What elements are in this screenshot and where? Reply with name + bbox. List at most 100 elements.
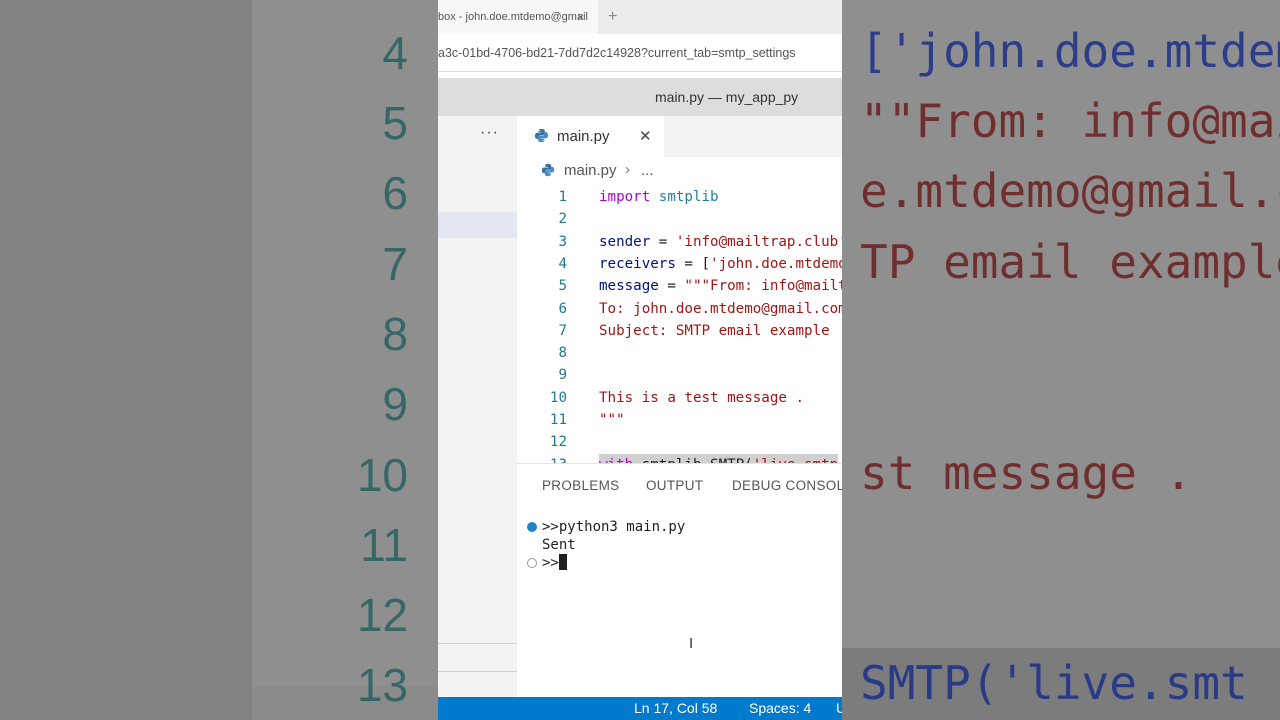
new-tab-button[interactable]: + xyxy=(608,0,617,34)
editor-area: main.py ✕ main.py › ... 1 import smtplib 2… xyxy=(517,116,842,697)
tab-main-py[interactable]: main.py ✕ xyxy=(517,116,664,157)
code-line[interactable]: 10 This is a test message . xyxy=(517,387,842,409)
line-number: 6 xyxy=(558,300,567,317)
background-left: 4 5 6 7 8 9 10 11 12 13 xyxy=(0,0,438,720)
code-line[interactable]: 8 xyxy=(517,342,842,364)
code-line[interactable]: 7 Subject: SMTP email example xyxy=(517,320,842,342)
browser-tab[interactable]: box - john.doe.mtdemo@gmail × xyxy=(438,0,598,34)
bg-code-line: TP email example xyxy=(860,235,1280,289)
bg-line-number: 12 xyxy=(356,589,408,641)
browser-tab-close-icon[interactable]: × xyxy=(577,0,584,34)
code-line[interactable]: 3 sender = 'info@mailtrap.club' xyxy=(517,231,842,253)
text-cursor-icon: I xyxy=(689,635,694,652)
browser-tab-bar: box - john.doe.mtdemo@gmail × + xyxy=(438,0,842,34)
code-editor[interactable]: 1 import smtplib 2 3 sender = 'info@mailtrap… xyxy=(517,185,842,463)
code-line[interactable]: 13 with smtplib.SMTP('live.smtp xyxy=(517,453,842,463)
bg-line-number: 6 xyxy=(382,167,408,219)
code-line[interactable]: 12 xyxy=(517,431,842,453)
code-line[interactable]: 9 xyxy=(517,364,842,386)
code-line[interactable]: 4 receivers = ['john.doe.mtdemo@gmail.com… xyxy=(517,253,842,275)
browser-tab-title: box - john.doe.mtdemo@gmail xyxy=(438,11,588,23)
code-text: receivers = ['john.doe.mtdemo@gmail.com'… xyxy=(599,253,842,275)
breadcrumb-file[interactable]: main.py xyxy=(564,162,617,179)
code-line[interactable]: 6 To: john.doe.mtdemo@gmail.com xyxy=(517,298,842,320)
tab-output[interactable]: OUTPUT xyxy=(646,478,703,493)
line-number: 4 xyxy=(558,255,567,272)
python-file-icon xyxy=(534,128,549,148)
terminal-command: >>python3 main.py xyxy=(542,519,686,535)
terminal-prompt: >> xyxy=(542,555,559,571)
line-number: 13 xyxy=(517,454,567,463)
line-number: 2 xyxy=(558,211,567,228)
bg-code-line: st message . xyxy=(860,446,1193,500)
code-token: 'john.doe.mtdemo@gmail.com' xyxy=(710,255,842,272)
python-file-icon xyxy=(541,163,555,181)
code-text: sender = 'info@mailtrap.club' xyxy=(599,231,842,253)
background-pane xyxy=(252,0,438,686)
chevron-right-icon: › xyxy=(625,161,630,178)
tab-problems[interactable]: PROBLEMS xyxy=(542,478,619,493)
code-token: """From: info@mailtrap.club xyxy=(684,278,842,295)
line-number: 7 xyxy=(558,322,567,339)
bottom-panel: PROBLEMS OUTPUT DEBUG CONSOLE >>python3 … xyxy=(517,463,842,697)
background-right: ['john.doe.mtdem ""From: info@mai e.mtde… xyxy=(842,0,1280,720)
status-item-truncated[interactable]: U xyxy=(836,697,842,720)
code-token: = [ xyxy=(675,255,711,272)
code-text: This is a test message . xyxy=(599,387,804,409)
line-number: 8 xyxy=(558,345,567,362)
bg-line-number: 11 xyxy=(360,519,408,571)
line-number: 11 xyxy=(549,412,567,428)
code-line[interactable]: 1 import smtplib xyxy=(517,186,842,208)
background-strip xyxy=(0,0,252,720)
bg-code-line: e.mtdemo@gmail.co xyxy=(860,164,1280,218)
code-token: Subject: SMTP email example xyxy=(599,322,830,339)
code-token: To: john.doe.mtdemo@gmail.com xyxy=(599,300,842,317)
code-token: sender xyxy=(599,233,651,250)
indentation-setting[interactable]: Spaces: 4 xyxy=(749,697,811,720)
bg-line-number: 4 xyxy=(382,27,408,79)
sidebar-selected-item[interactable] xyxy=(438,212,517,238)
code-token: import xyxy=(599,189,651,205)
code-line[interactable]: 5 message = """From: info@mailtrap.club xyxy=(517,275,842,297)
line-number: 5 xyxy=(558,278,567,295)
code-token: receivers xyxy=(599,255,676,272)
bg-line-number: 7 xyxy=(382,238,408,290)
command-pending-dot-icon xyxy=(527,558,537,568)
code-text: with smtplib.SMTP('live.smtp xyxy=(599,453,839,463)
explorer-sidebar: ··· xyxy=(438,116,517,697)
tab-debug-console[interactable]: DEBUG CONSOLE xyxy=(732,478,842,493)
line-number: 12 xyxy=(549,434,567,451)
code-token: 'info@mailtrap.club' xyxy=(675,233,842,250)
code-token: This is a test message . xyxy=(599,389,804,406)
terminal-cursor xyxy=(558,554,567,570)
command-success-dot-icon xyxy=(527,522,537,532)
line-number: 10 xyxy=(549,389,567,406)
bg-code-line: SMTP('live.smt xyxy=(860,656,1248,710)
more-actions-icon[interactable]: ··· xyxy=(480,124,499,142)
bg-code-line: ""From: info@mai xyxy=(860,94,1280,148)
code-token: message xyxy=(599,278,659,295)
tab-close-icon[interactable]: ✕ xyxy=(639,116,652,157)
cursor-position[interactable]: Ln 17, Col 58 xyxy=(634,697,717,720)
window-title: main.py — my_app_py xyxy=(655,89,799,105)
bg-line-number: 13 xyxy=(356,659,408,711)
terminal-output: Sent xyxy=(542,537,576,553)
tab-label: main.py xyxy=(557,128,610,145)
breadcrumb-symbol[interactable]: ... xyxy=(641,162,654,179)
panel-tabs: PROBLEMS OUTPUT DEBUG CONSOLE xyxy=(517,464,842,508)
bg-line-number: 10 xyxy=(356,449,408,501)
address-bar[interactable]: a3c-01bd-4706-bd21-7dd7d2c14928?current_… xyxy=(438,34,842,72)
code-token: = xyxy=(658,278,685,295)
line-number: 3 xyxy=(558,233,567,250)
window-titlebar: main.py — my_app_py xyxy=(438,78,842,116)
code-text: Subject: SMTP email example xyxy=(599,320,830,342)
terminal-prompt-line[interactable]: >> xyxy=(542,554,567,572)
bg-line-number: 5 xyxy=(382,97,408,149)
code-line[interactable]: 11 """ xyxy=(517,409,842,431)
code-token: = xyxy=(650,233,676,250)
code-text: message = """From: info@mailtrap.club xyxy=(599,275,842,297)
code-token: smtplib xyxy=(650,189,719,205)
line-number: 1 xyxy=(558,189,567,205)
code-token: """ xyxy=(599,412,625,428)
code-line[interactable]: 2 xyxy=(517,208,842,230)
